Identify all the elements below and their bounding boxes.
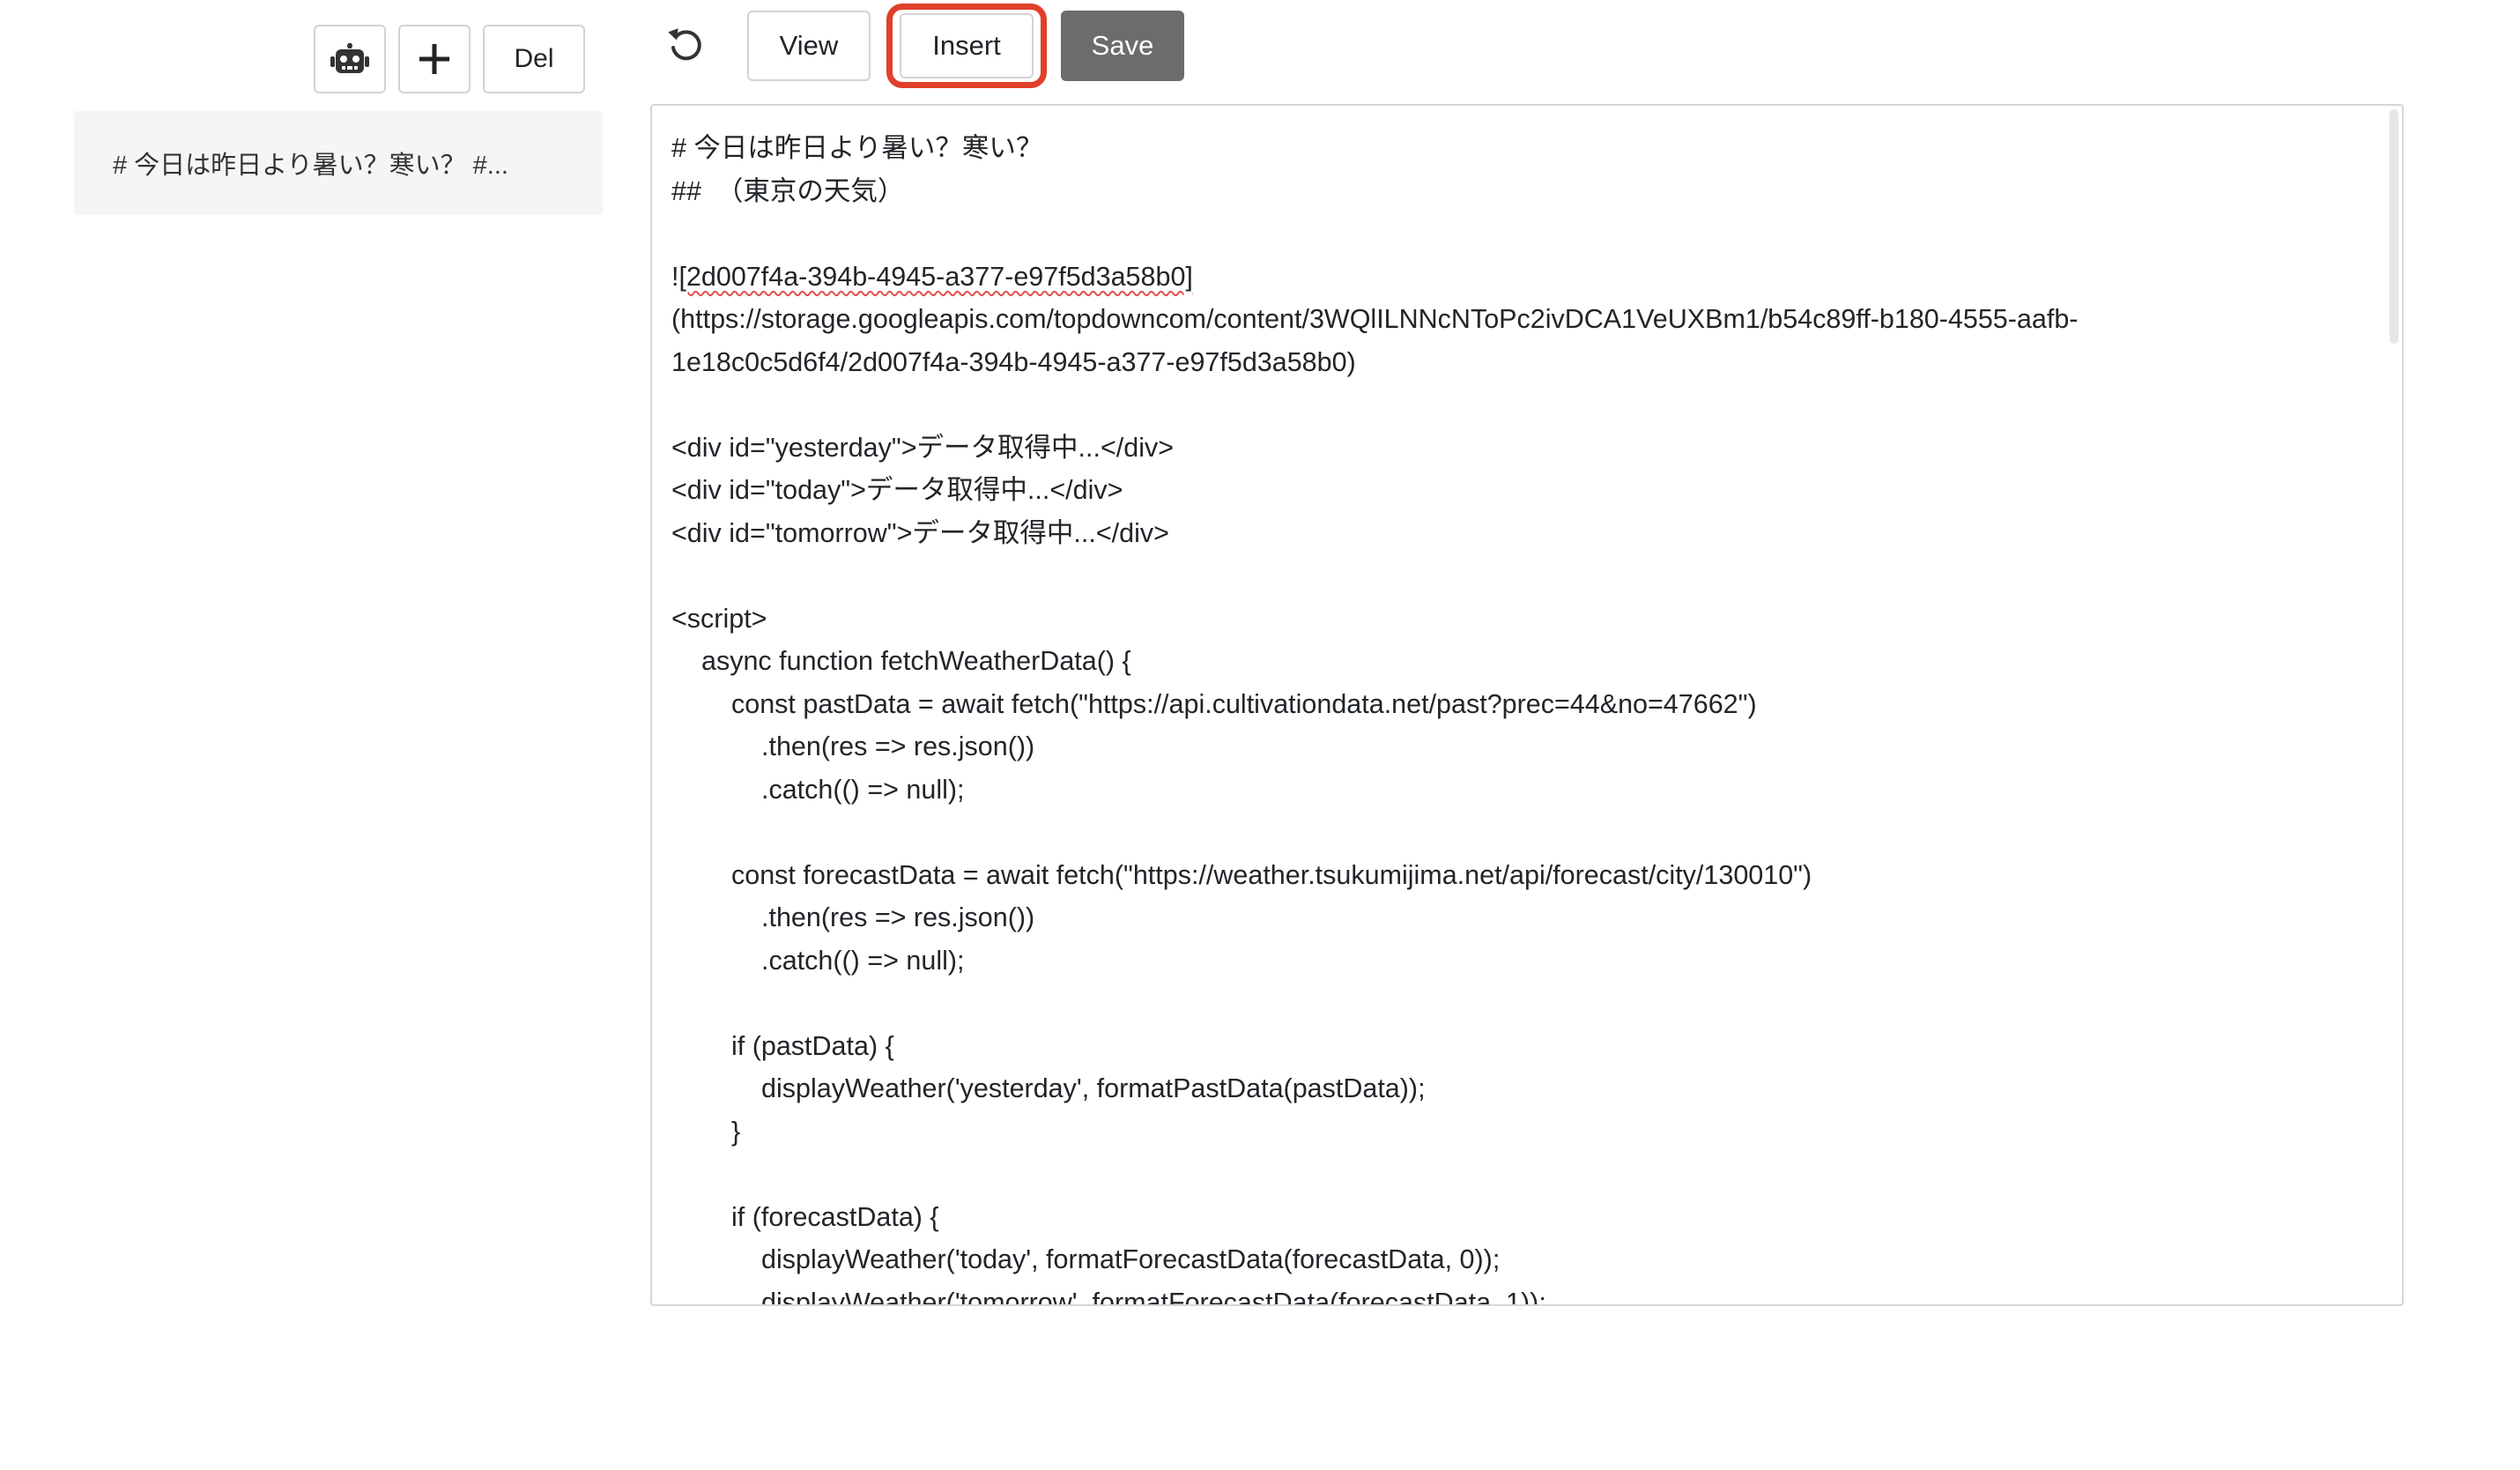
editor-line: # 今日は昨日より暑い？寒い？	[671, 133, 1043, 163]
editor-line: ![2d007f4a-394b-4945-a377-e97f5d3a58b0]	[671, 261, 1193, 292]
plus-icon	[419, 44, 449, 74]
editor-line: .catch(() => null);	[761, 774, 965, 805]
save-button[interactable]: Save	[1061, 11, 1184, 81]
undo-icon	[668, 28, 701, 61]
editor-scrollbar[interactable]	[2390, 109, 2398, 344]
editor-line: .catch(() => null);	[761, 945, 965, 976]
left-toolbar: Del	[314, 25, 585, 93]
markdown-editor[interactable]: # 今日は昨日より暑い？寒い？ ## （東京の天気） ![2d007f4a-394b…	[650, 104, 2404, 1306]
editor-line: displayWeather('tomorrow', formatForecas…	[761, 1287, 1546, 1305]
editor-text-area[interactable]: # 今日は昨日より暑い？寒い？ ## （東京の天気） ![2d007f4a-394b…	[671, 127, 2367, 1304]
delete-button[interactable]: Del	[483, 25, 585, 93]
view-button[interactable]: View	[747, 11, 871, 81]
insert-button[interactable]: Insert	[900, 13, 1034, 78]
editor-line: displayWeather('yesterday', formatPastDa…	[761, 1073, 1426, 1103]
document-list: # 今日は昨日より暑い？寒い？ #...	[74, 111, 603, 215]
editor-line: }	[731, 1116, 741, 1147]
editor-line: displayWeather('today', formatForecastDa…	[761, 1244, 1501, 1274]
editor-line: ## （東京の天気）	[671, 175, 905, 206]
editor-line: .then(res => res.json())	[761, 731, 1035, 761]
insert-highlight: Insert	[886, 4, 1047, 88]
robot-icon	[330, 43, 369, 73]
editor-line: <div id="yesterday">データ取得中...</div>	[671, 432, 1175, 463]
undo-button[interactable]	[659, 19, 714, 73]
editor-line: .then(res => res.json())	[761, 902, 1035, 932]
add-document-button[interactable]	[398, 25, 471, 93]
editor-line: async function fetchWeatherData() {	[701, 646, 1131, 676]
editor-line: <script>	[671, 603, 767, 634]
editor-line: 1e18c0c5d6f4/2d007f4a-394b-4945-a377-e97…	[671, 346, 1356, 377]
editor-line: if (pastData) {	[731, 1030, 894, 1061]
document-list-item[interactable]: # 今日は昨日より暑い？寒い？ #...	[74, 111, 603, 215]
editor-line: <div id="tomorrow">データ取得中...</div>	[671, 517, 1169, 548]
app-root: Del # 今日は昨日より暑い？寒い？ #... View Insert Sav…	[0, 0, 2520, 1470]
editor-line: (https://storage.googleapis.com/topdownc…	[671, 304, 2079, 334]
editor-toolbar: View Insert Save	[659, 4, 1184, 88]
editor-line: if (forecastData) {	[731, 1201, 939, 1232]
editor-line: <div id="today">データ取得中...</div>	[671, 475, 1123, 505]
editor-line: const forecastData = await fetch("https:…	[731, 859, 1812, 890]
editor-line: const pastData = await fetch("https://ap…	[731, 688, 1757, 719]
ai-assistant-button[interactable]	[314, 25, 386, 93]
